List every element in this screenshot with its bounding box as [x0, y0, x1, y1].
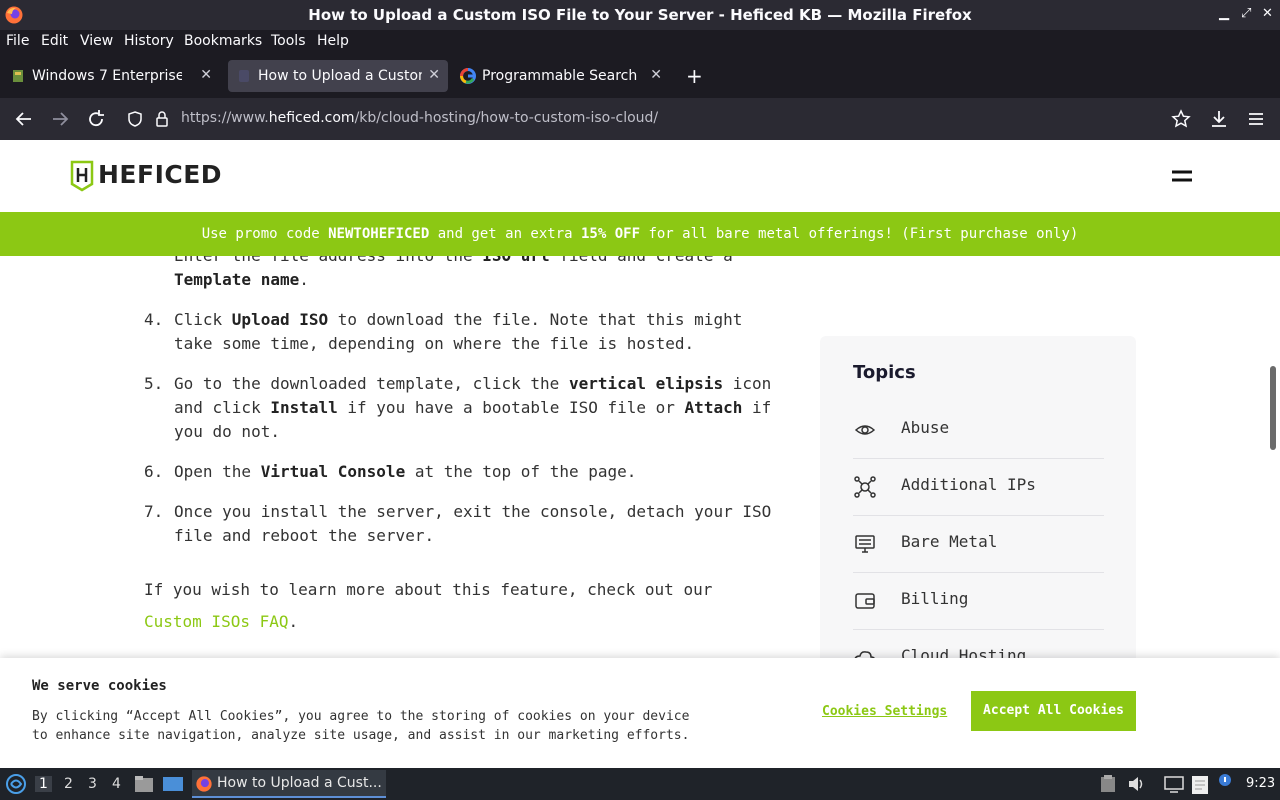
menu-history[interactable]: History [124, 33, 174, 49]
file-manager-icon[interactable] [134, 775, 154, 793]
topic-bare-metal[interactable]: Bare Metal [853, 516, 1104, 573]
tab-label: How to Upload a Custom ISO [258, 68, 422, 84]
cookie-text: By clicking “Accept All Cookies”, you ag… [32, 709, 690, 743]
page-scrollbar[interactable] [1270, 366, 1276, 450]
workspace-4[interactable]: 4 [112, 776, 121, 792]
cookies-settings-link[interactable]: Cookies Settings [822, 704, 947, 719]
menu-bar: File Edit View History Bookmarks Tools H… [0, 30, 1280, 54]
volume-icon[interactable] [1127, 775, 1145, 793]
site-header: HEFICED [0, 140, 1280, 212]
close-tab-icon[interactable]: ✕ [200, 67, 212, 83]
topic-label: Abuse [901, 418, 950, 437]
tab-heficed[interactable]: How to Upload a Custom ISO ✕ [228, 60, 448, 92]
heficed-logo-icon[interactable] [70, 160, 94, 192]
taskbar: 1 2 3 4 How to Upload a Cust... 9:23 [0, 768, 1280, 800]
topic-additional-ips[interactable]: Additional IPs [853, 459, 1104, 516]
wallet-icon [855, 593, 875, 609]
navigation-bar: https://www.heficed.com/kb/cloud-hosting… [0, 98, 1280, 140]
heficed-logo[interactable]: HEFICED [98, 160, 222, 189]
menu-bookmarks[interactable]: Bookmarks [184, 33, 262, 49]
lock-icon[interactable] [154, 110, 170, 128]
step-6-text: Open the Virtual Console at the top of t… [174, 462, 637, 481]
custom-isos-faq-link[interactable]: Custom ISOs FAQ [144, 612, 289, 631]
network-monitor-icon[interactable] [1164, 775, 1184, 793]
url-bar[interactable]: https://www.heficed.com/kb/cloud-hosting… [118, 103, 1200, 135]
downloads-icon[interactable] [1208, 108, 1230, 130]
shield-icon[interactable] [126, 110, 144, 128]
site-menu-icon[interactable] [1170, 168, 1194, 184]
hamburger-menu-icon[interactable] [1245, 108, 1267, 130]
step-number: 5. [144, 374, 164, 393]
step-number: 7. [144, 502, 164, 521]
topic-label: Bare Metal [901, 532, 998, 551]
step-4-text: Click Upload ISO to download the file. N… [174, 310, 743, 353]
reload-icon[interactable] [85, 108, 107, 130]
menu-view[interactable]: View [80, 33, 113, 49]
window-titlebar: How to Upload a Custom ISO File to Your … [0, 0, 1280, 30]
tab-google-search[interactable]: Programmable Search Engine ✕ [452, 60, 670, 92]
google-icon [460, 68, 476, 84]
cookie-title: We serve cookies [32, 678, 167, 694]
topics-title: Topics [853, 362, 916, 383]
menu-tools[interactable]: Tools [271, 33, 306, 49]
workspace-2[interactable]: 2 [64, 776, 73, 792]
tab-label: Programmable Search Engine [482, 68, 638, 84]
taskbar-firefox-item[interactable]: How to Upload a Cust... [192, 770, 386, 798]
firefox-icon [196, 776, 212, 792]
clipboard-icon[interactable] [1100, 775, 1116, 793]
start-menu-icon[interactable] [5, 773, 27, 795]
step-number: 6. [144, 462, 164, 481]
eye-icon [854, 425, 876, 435]
accept-all-cookies-button[interactable]: Accept All Cookies [971, 691, 1136, 731]
step-5-text: Go to the downloaded template, click the… [174, 374, 772, 441]
step-number: 4. [144, 310, 164, 329]
menu-help[interactable]: Help [317, 33, 349, 49]
tab-windows7[interactable]: Windows 7 Enterprise (x64) ✕ [2, 60, 220, 92]
forward-arrow-icon[interactable] [49, 108, 71, 130]
tab-label: Windows 7 Enterprise (x64) [32, 68, 182, 84]
back-arrow-icon[interactable] [13, 108, 35, 130]
web-page: Enter the file address into the ISO url … [0, 140, 1280, 768]
clock: 9:23 [1246, 776, 1276, 791]
window-title: How to Upload a Custom ISO File to Your … [308, 6, 972, 24]
network-icon [854, 476, 876, 498]
close-tab-icon[interactable]: ✕ [428, 67, 440, 83]
notification-icon[interactable] [1216, 772, 1234, 794]
menu-file[interactable]: File [6, 33, 29, 49]
minimize-button[interactable]: ▁ [1219, 6, 1229, 21]
taskbar-item-label: How to Upload a Cust... [217, 775, 382, 791]
workspace-1[interactable]: 1 [35, 776, 52, 792]
url-text[interactable]: https://www.heficed.com/kb/cloud-hosting… [181, 110, 658, 126]
promo-banner: Use promo code NEWTOHEFICED and get an e… [0, 212, 1280, 256]
server-icon [855, 535, 875, 553]
menu-edit[interactable]: Edit [41, 33, 68, 49]
new-tab-button[interactable]: + [686, 64, 703, 88]
maximize-button[interactable]: ⤢ [1241, 6, 1251, 21]
desktop-icon[interactable] [162, 775, 184, 793]
heficed-favicon-icon [239, 70, 249, 82]
topic-abuse[interactable]: Abuse [853, 402, 1104, 459]
workspace-3[interactable]: 3 [88, 776, 97, 792]
step-7-text: Once you install the server, exit the co… [174, 502, 772, 545]
site-favicon-icon [13, 70, 23, 82]
close-window-button[interactable]: ✕ [1262, 6, 1273, 21]
article-paragraph: If you wish to learn more about this fea… [144, 580, 713, 631]
topic-billing[interactable]: Billing [853, 573, 1104, 630]
close-tab-icon[interactable]: ✕ [650, 67, 662, 83]
tab-bar: Windows 7 Enterprise (x64) ✕ How to Uplo… [0, 54, 1280, 98]
topic-label: Additional IPs [901, 475, 1036, 494]
cookie-banner: We serve cookies By clicking “Accept All… [0, 658, 1280, 768]
bookmark-star-icon[interactable] [1171, 109, 1191, 129]
notes-icon[interactable] [1190, 773, 1210, 795]
topic-label: Billing [901, 589, 969, 608]
